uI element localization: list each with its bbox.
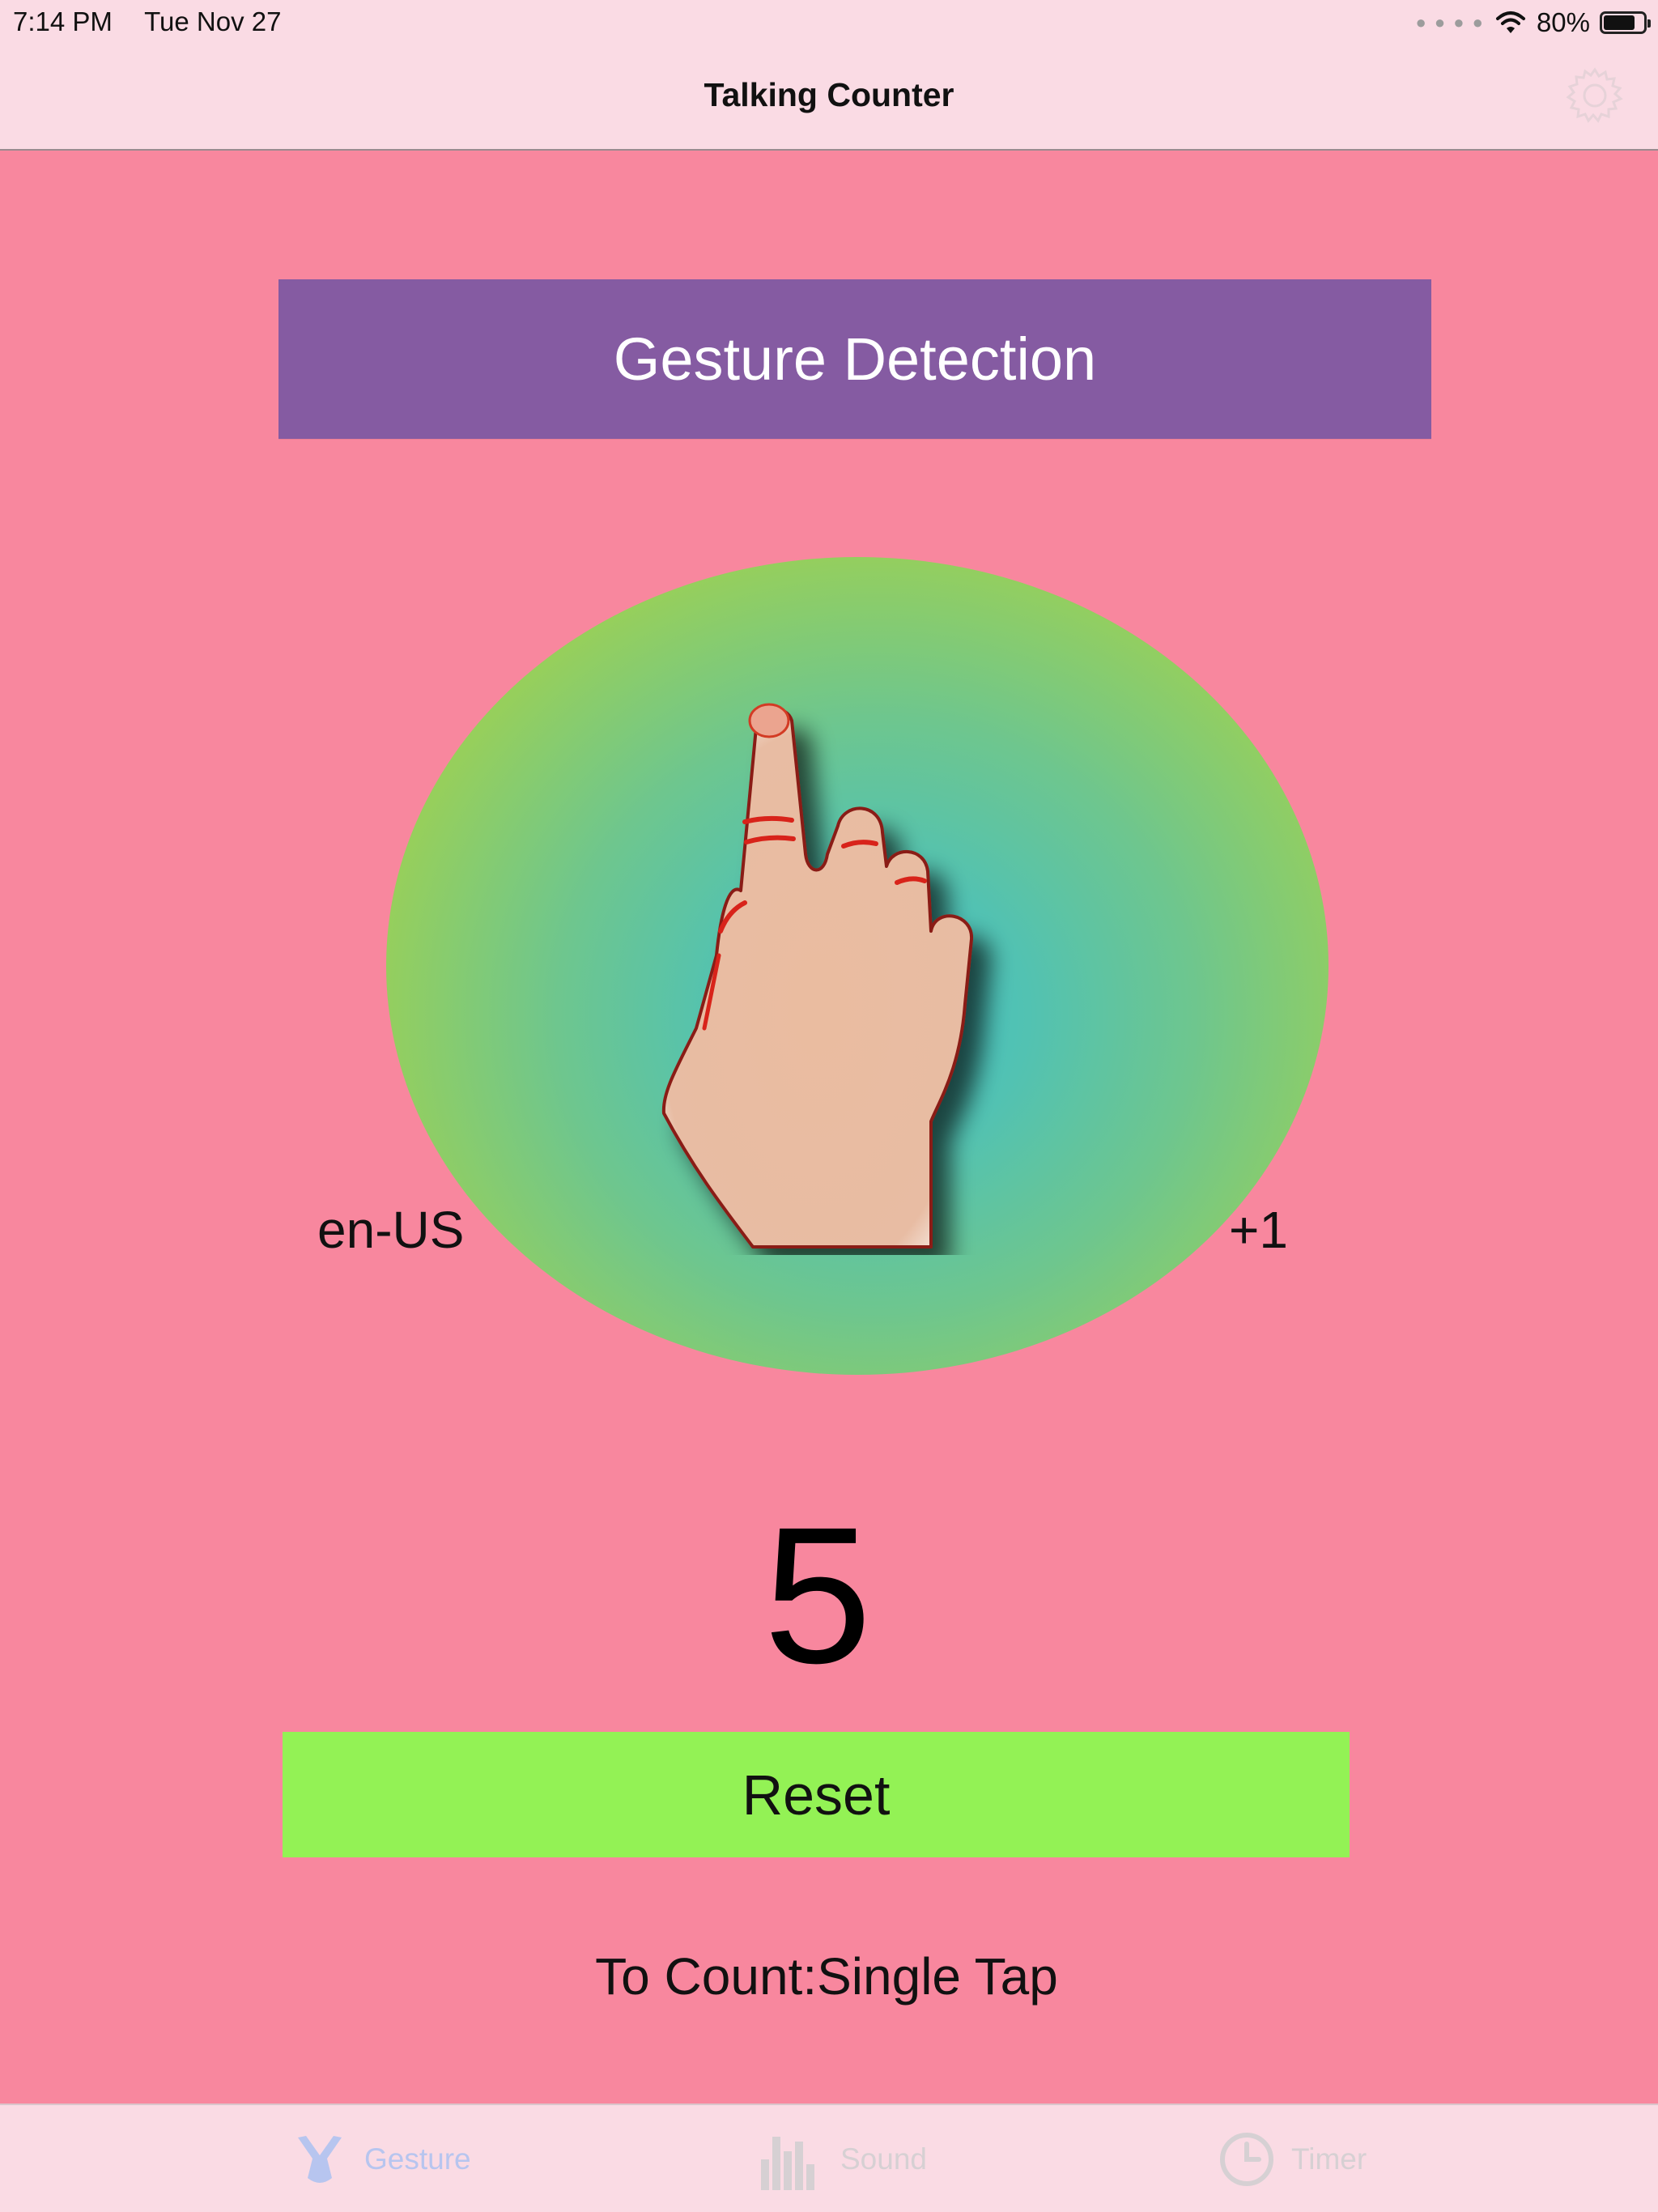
signal-dots-icon: ● ● ● ● [1415, 12, 1485, 32]
language-label: en-US [317, 1201, 465, 1259]
clock-icon [1220, 2133, 1273, 2186]
battery-icon [1600, 11, 1651, 34]
battery-percent: 80% [1536, 7, 1590, 37]
tab-timer[interactable]: Timer [1218, 2123, 1367, 2196]
tab-gesture-label: Gesture [364, 2142, 471, 2176]
top-bar: 7:14 PM Tue Nov 27 ● ● ● ● 80% Talking C… [0, 0, 1658, 151]
count-mode-text: To Count:Single Tap [595, 1947, 1058, 2006]
status-date: Tue Nov 27 [144, 6, 282, 36]
status-bar-right: ● ● ● ● 80% [1415, 6, 1651, 39]
status-bar-left: 7:14 PM Tue Nov 27 [13, 6, 281, 37]
tab-sound[interactable]: Sound [759, 2123, 927, 2196]
count-value: 5 [763, 1487, 872, 1704]
tab-timer-label: Timer [1291, 2142, 1367, 2176]
nav-title: Talking Counter [704, 76, 954, 113]
app-screen: 7:14 PM Tue Nov 27 ● ● ● ● 80% Talking C… [0, 0, 1658, 2212]
reset-button[interactable]: Reset [283, 1732, 1350, 1857]
tab-bar: Gesture Sound Timer [0, 2104, 1658, 2212]
status-time: 7:14 PM [13, 6, 113, 36]
gesture-detection-banner: Gesture Detection [278, 279, 1431, 439]
sound-bars-icon [761, 2137, 814, 2190]
tab-gesture[interactable]: Gesture [291, 2123, 471, 2196]
gear-icon[interactable] [1564, 65, 1626, 126]
gesture-icon [298, 2136, 342, 2183]
battery-level [1604, 15, 1635, 30]
increment-label: +1 [1229, 1201, 1288, 1259]
tab-sound-label: Sound [840, 2142, 927, 2176]
pointing-hand-icon [661, 703, 974, 1249]
wifi-icon [1495, 11, 1525, 33]
